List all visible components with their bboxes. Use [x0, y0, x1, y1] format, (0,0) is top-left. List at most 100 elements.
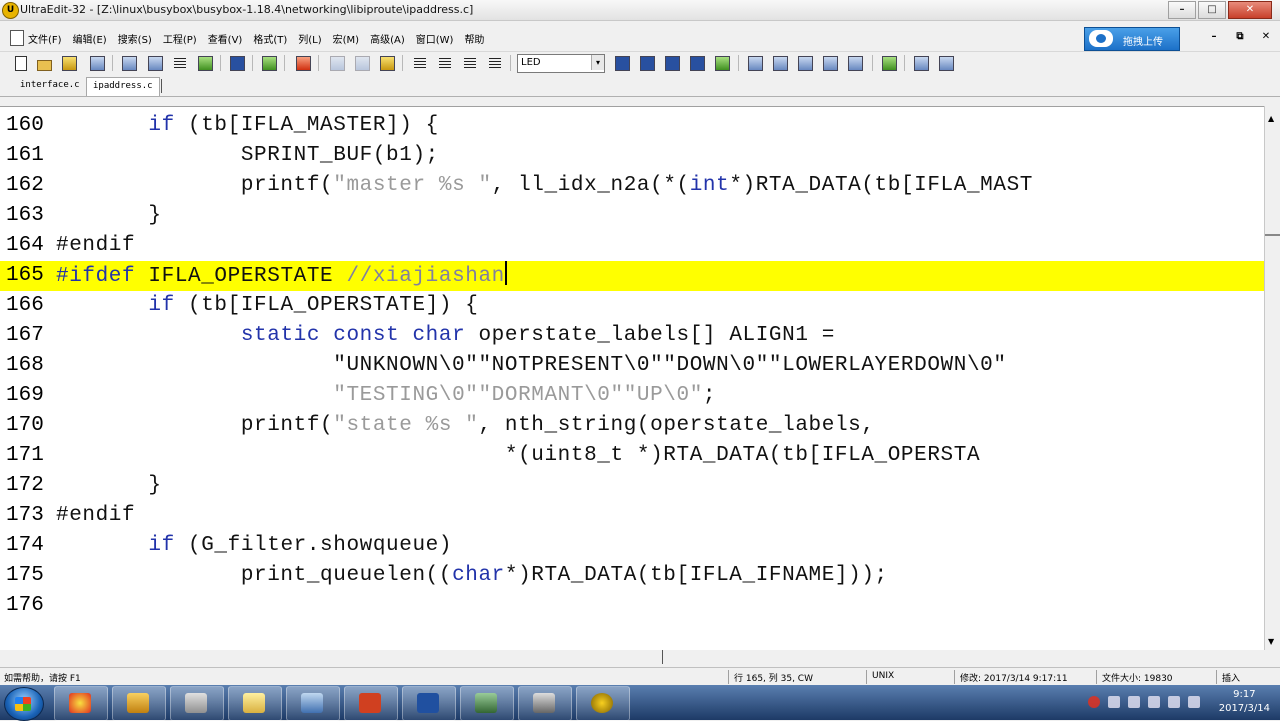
code-line[interactable]: 164 #endif	[0, 231, 1264, 261]
tray-icon[interactable]	[1128, 696, 1140, 708]
menu-edit[interactable]: 编辑(E)	[73, 31, 107, 46]
code-editor[interactable]: 160 if (tb[IFLA_MASTER]) { 161 SPRINT_BU…	[0, 106, 1264, 651]
doc-restore-button[interactable]: ⧉	[1230, 29, 1250, 45]
taskbar-app[interactable]	[286, 686, 340, 721]
tray-icon[interactable]	[1088, 696, 1100, 708]
highlighted-code-line[interactable]: 165 #ifdef IFLA_OPERSTATE //xiajiashan	[0, 261, 1264, 291]
scroll-down-icon[interactable]: ▼	[1268, 637, 1274, 646]
clock[interactable]: 9:17 2017/3/14	[1219, 688, 1270, 716]
start-button[interactable]	[4, 687, 44, 721]
cloud-upload-button[interactable]: 拖拽上传	[1084, 27, 1180, 51]
toolbar: LED ▾	[0, 51, 1280, 74]
menu-search[interactable]: 搜索(S)	[118, 31, 152, 46]
print-icon[interactable]	[122, 56, 137, 71]
paste-icon[interactable]	[380, 56, 395, 71]
cut-icon[interactable]	[330, 56, 345, 71]
network-icon[interactable]	[1168, 696, 1180, 708]
word-wrap-icon[interactable]	[230, 56, 245, 71]
line-number: 176	[6, 594, 44, 617]
align-right-icon[interactable]	[464, 58, 476, 69]
find-in-files-icon[interactable]	[715, 56, 730, 71]
open-folder-icon[interactable]	[62, 56, 77, 71]
menu-help[interactable]: 帮助	[464, 31, 484, 46]
code-line[interactable]: 173 #endif	[0, 501, 1264, 531]
taskbar-app[interactable]	[460, 686, 514, 721]
maximize-button[interactable]: □	[1198, 1, 1226, 19]
code-line[interactable]: 175 print_queuelen((char*)RTA_DATA(tb[IF…	[0, 561, 1264, 591]
tray-icon[interactable]	[1148, 696, 1160, 708]
align-justify-icon[interactable]	[489, 58, 501, 69]
tab-interface-c[interactable]: interface.c	[14, 77, 86, 94]
menu-macro[interactable]: 宏(M)	[333, 31, 359, 46]
find-icon[interactable]	[615, 56, 630, 71]
taskbar-app[interactable]	[402, 686, 456, 721]
chevron-down-icon[interactable]: ▾	[591, 55, 604, 70]
taskbar-app[interactable]	[576, 686, 630, 721]
doc-close-button[interactable]: ✕	[1256, 29, 1276, 45]
code-line[interactable]: 166 if (tb[IFLA_OPERSTATE]) {	[0, 291, 1264, 321]
taskbar-app[interactable]	[344, 686, 398, 721]
new-file-icon[interactable]	[12, 55, 28, 71]
code-line[interactable]: 167 static const char operstate_labels[]…	[0, 321, 1264, 351]
taskbar-app[interactable]	[54, 686, 108, 721]
volume-icon[interactable]	[1188, 696, 1200, 708]
doc-minimize-button[interactable]: –	[1204, 29, 1224, 45]
find-next-icon[interactable]	[640, 56, 655, 71]
list-lines-icon[interactable]	[296, 56, 311, 71]
code-line[interactable]: 162 printf("master %s ", ll_idx_n2a(*(in…	[0, 171, 1264, 201]
code-line[interactable]: 169 "TESTING\0""DORMANT\0""UP\0";	[0, 381, 1264, 411]
code-line[interactable]: 174 if (G_filter.showqueue)	[0, 531, 1264, 561]
close-button[interactable]: ✕	[1228, 1, 1272, 19]
window-tile-h-icon[interactable]	[773, 56, 788, 71]
menu-advanced[interactable]: 高级(A)	[370, 31, 405, 46]
code-text: if (tb[IFLA_MASTER]) {	[148, 114, 439, 137]
code-line[interactable]: 170 printf("state %s ", nth_string(opers…	[0, 411, 1264, 441]
ultraedit-app-icon[interactable]: U	[2, 2, 19, 19]
code-line[interactable]: 171 *(uint8_t *)RTA_DATA(tb[IFLA_OPERSTA	[0, 441, 1264, 471]
copy-icon[interactable]	[355, 56, 370, 71]
menu-window[interactable]: 窗口(W)	[416, 31, 454, 46]
document-icon[interactable]	[10, 30, 24, 46]
spell-check-icon[interactable]	[198, 56, 213, 71]
menu-view[interactable]: 查看(V)	[208, 31, 243, 46]
taskbar-app[interactable]	[112, 686, 166, 721]
help-icon[interactable]	[914, 56, 929, 71]
vertical-scrollbar[interactable]: ▲ ▼	[1264, 106, 1280, 650]
menu-project[interactable]: 工程(P)	[163, 31, 197, 46]
status-help: 如需帮助，请按 F1	[4, 674, 81, 684]
window-tile-v-icon[interactable]	[798, 56, 813, 71]
menu-file[interactable]: 文件(F)	[28, 31, 62, 46]
font-select[interactable]: LED ▾	[517, 54, 605, 73]
window-cascade-icon[interactable]	[748, 56, 763, 71]
taskbar-app[interactable]	[170, 686, 224, 721]
context-help-icon[interactable]	[939, 56, 954, 71]
code-line[interactable]: 163 }	[0, 201, 1264, 231]
ftp-icon[interactable]	[882, 56, 897, 71]
find-prev-icon[interactable]	[665, 56, 680, 71]
window-list-icon[interactable]	[848, 56, 863, 71]
taskbar-app[interactable]	[228, 686, 282, 721]
align-center-icon[interactable]	[439, 58, 451, 69]
print-preview-icon[interactable]	[148, 56, 163, 71]
menu-column[interactable]: 列(L)	[298, 31, 321, 46]
menu-format[interactable]: 格式(T)	[253, 31, 287, 46]
split-handle[interactable]	[1265, 234, 1280, 236]
window-arrange-icon[interactable]	[823, 56, 838, 71]
column-mode-icon[interactable]	[262, 56, 277, 71]
scroll-up-icon[interactable]: ▲	[1268, 114, 1274, 123]
code-line[interactable]: 160 if (tb[IFLA_MASTER]) {	[0, 111, 1264, 141]
page-setup-icon[interactable]	[174, 58, 186, 69]
code-line[interactable]: 168 "UNKNOWN\0""NOTPRESENT\0""DOWN\0""LO…	[0, 351, 1264, 381]
replace-icon[interactable]	[690, 56, 705, 71]
align-left-icon[interactable]	[414, 58, 426, 69]
code-line[interactable]: 176	[0, 591, 1264, 621]
save-icon[interactable]	[90, 56, 105, 71]
open-file-icon[interactable]	[36, 55, 52, 71]
taskbar-app[interactable]	[518, 686, 572, 721]
code-line[interactable]: 161 SPRINT_BUF(b1);	[0, 141, 1264, 171]
horizontal-scrollbar[interactable]	[0, 650, 1264, 666]
tab-ipaddress-c[interactable]: ipaddress.c	[86, 77, 160, 96]
tray-icon[interactable]	[1108, 696, 1120, 708]
code-line[interactable]: 172 }	[0, 471, 1264, 501]
minimize-button[interactable]: –	[1168, 1, 1196, 19]
